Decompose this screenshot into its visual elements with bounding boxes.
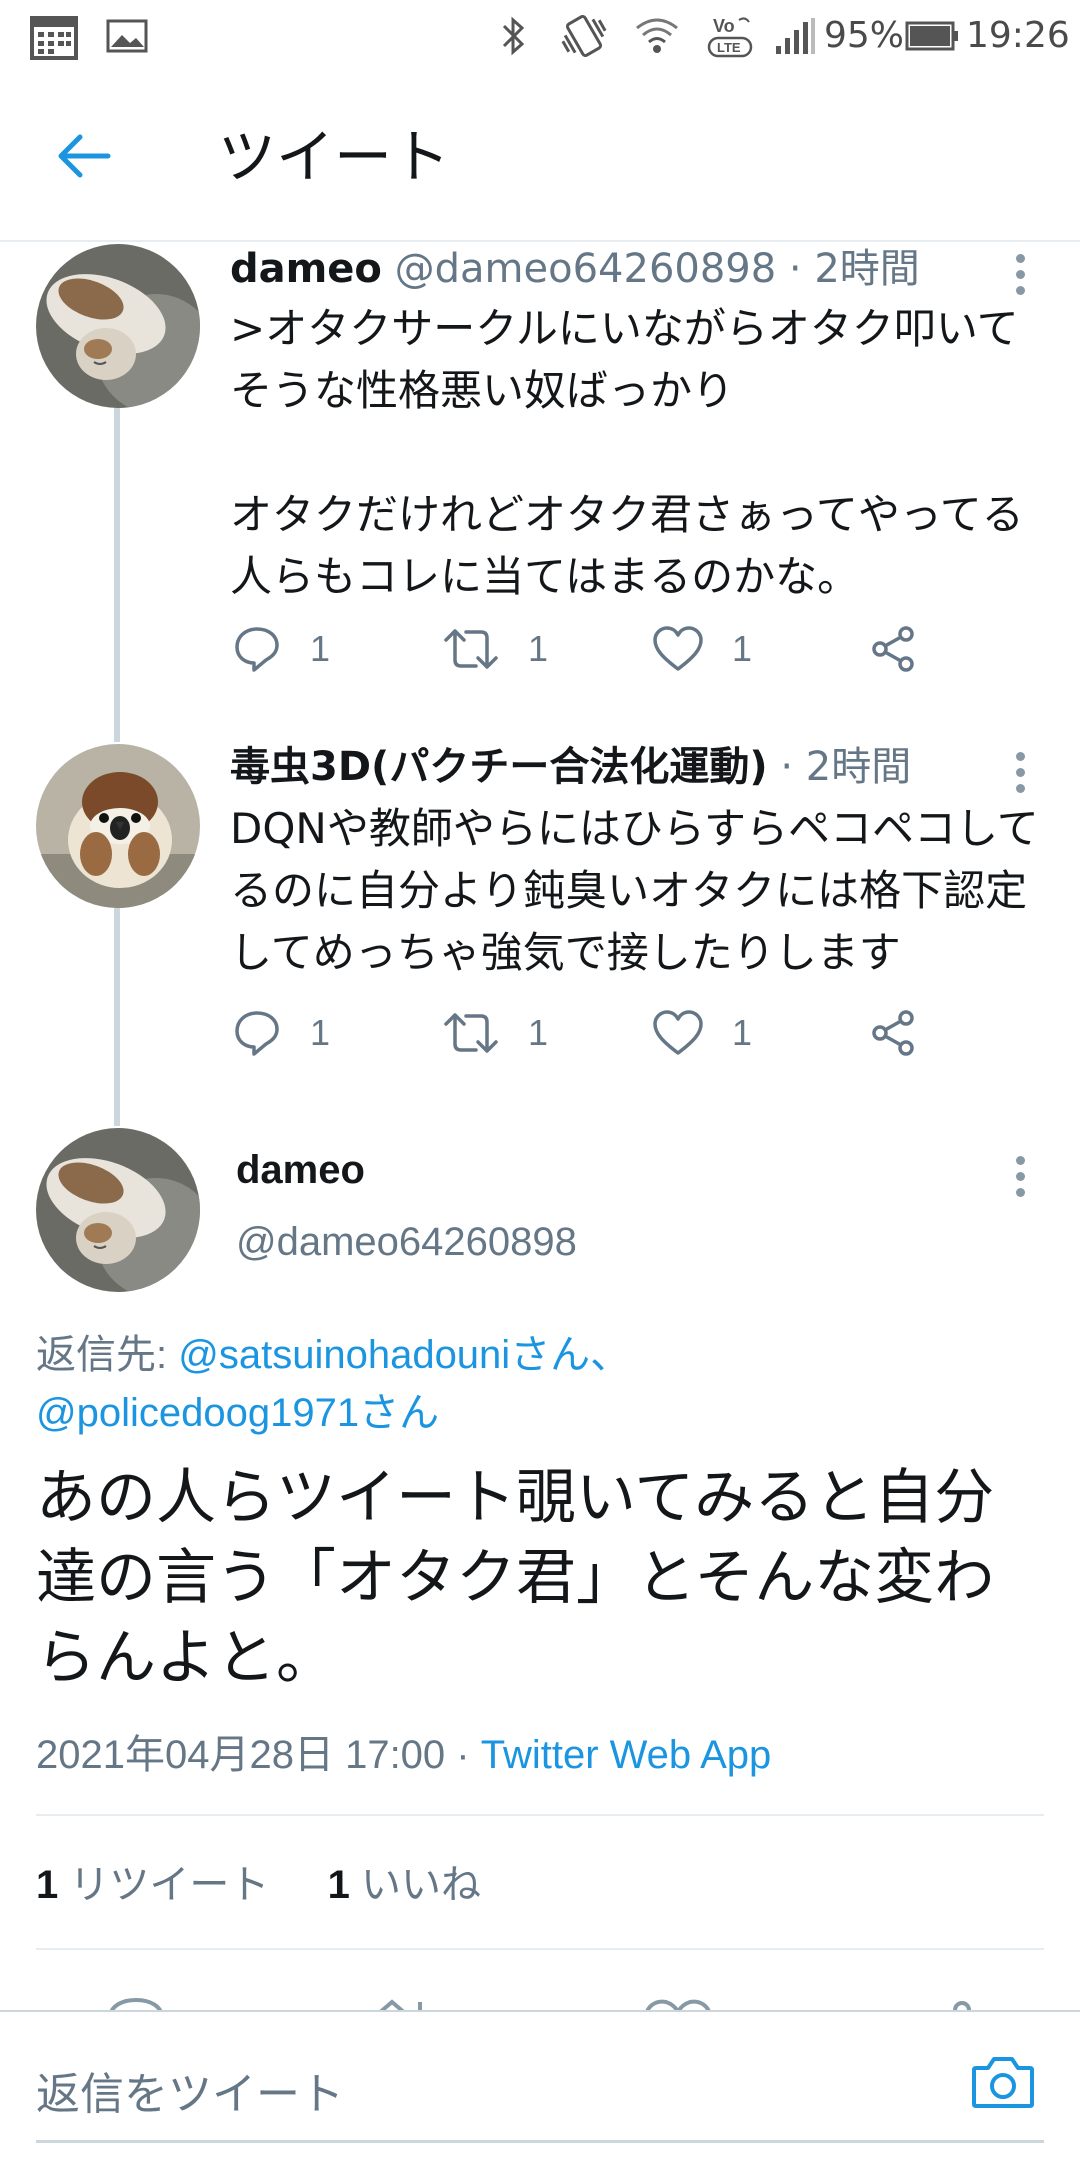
mention-link[interactable]: @policedoog1971さん — [36, 1391, 439, 1435]
retweet-count: 1 — [528, 628, 549, 669]
author-handle: @dameo64260898 — [394, 246, 777, 292]
reply-icon — [235, 1011, 279, 1056]
share-icon — [872, 626, 914, 672]
page-title: ツイート — [218, 125, 451, 190]
tweet-text: DQNや教師やらにはひらすらペコペコしてるのに自分より鈍臭いオタクには格下認定し… — [230, 798, 1040, 984]
svg-text:Vo: Vo — [713, 16, 735, 36]
heart-icon — [653, 626, 703, 671]
retweet-icon — [444, 1013, 498, 1053]
like-stat[interactable]: 1 いいね — [328, 1863, 481, 1907]
like-count: 1 — [732, 628, 753, 669]
tweet-time: · 2時間 — [788, 246, 920, 292]
tweet-text: >オタクサークルにいながらオタク叩いてそうな性格悪い奴ばっかり オタクだけれどオ… — [230, 298, 1040, 608]
divider — [36, 1814, 1044, 1816]
battery-icon — [904, 12, 960, 60]
vibrate-icon — [556, 12, 612, 60]
tweet-actions: 1 1 1 — [232, 998, 1032, 1068]
thread-connector — [114, 908, 120, 1126]
retweet-button[interactable]: 1 — [442, 998, 548, 1068]
camera-button[interactable] — [970, 2052, 1042, 2116]
main-tweet-actions — [0, 1980, 1080, 2010]
svg-text:LTE: LTE — [717, 40, 741, 55]
reply-to-line: 返信先: @satsuinohadouniさん、 @policedoog1971… — [36, 1326, 1036, 1442]
tweet-timestamp: 2021年04月28日 17:00 · Twitter Web App — [36, 1722, 771, 1780]
more-options-button[interactable] — [1000, 1146, 1040, 1206]
like-stat-count: 1 — [327, 1863, 350, 1907]
reply-button[interactable]: 1 — [232, 998, 330, 1068]
author-name[interactable]: 毒虫3D(パクチー合法化運動) — [230, 744, 768, 790]
main-action-icons-clipped — [109, 1997, 971, 2010]
thread-connector — [114, 406, 120, 742]
author-handle[interactable]: @dameo64260898 — [236, 1220, 577, 1265]
retweet-button[interactable]: 1 — [442, 614, 548, 684]
retweet-stat-label: リツイート — [58, 1863, 270, 1907]
volte-icon: Vo LTE — [704, 12, 756, 60]
battery-percent: 95% — [824, 15, 905, 56]
share-button[interactable] — [868, 614, 918, 684]
share-icon — [872, 1010, 914, 1056]
reply-prefix: 返信先: — [36, 1333, 179, 1377]
wifi-icon — [632, 12, 682, 60]
reply-input[interactable]: 返信をツイート — [36, 2058, 344, 2122]
like-button[interactable]: 1 — [652, 614, 752, 684]
share-button[interactable] — [868, 998, 918, 1068]
clock: 19:26 — [966, 15, 1070, 56]
tweet-stats: 1 リツイート 1 いいね — [36, 1852, 481, 1910]
app-header: ツイート — [0, 72, 1080, 242]
tweet-paragraph — [230, 422, 1040, 484]
bluetooth-icon — [496, 12, 532, 60]
more-options-button[interactable] — [1000, 742, 1040, 802]
like-button[interactable]: 1 — [652, 998, 752, 1068]
status-bar: Vo LTE 95% 19:26 — [0, 0, 1080, 72]
tweet-actions: 1 1 1 — [232, 614, 1032, 684]
reply-button[interactable]: 1 — [232, 614, 330, 684]
author-name[interactable]: dameo — [230, 246, 382, 292]
source-app-link[interactable]: Twitter Web App — [481, 1733, 772, 1777]
reply-count: 1 — [310, 1012, 331, 1053]
tweet-paragraph: DQNや教師やらにはひらすらペコペコしてるのに自分より鈍臭いオタクには格下認定し… — [230, 804, 1039, 977]
tweet-paragraph: >オタクサークルにいながらオタク叩いてそうな性格悪い奴ばっかり — [230, 304, 1019, 415]
reply-icon — [235, 627, 279, 672]
signal-icon — [772, 12, 818, 60]
divider — [36, 1948, 1044, 1950]
image-icon — [102, 12, 152, 60]
composer-underline — [36, 2140, 1044, 2143]
tweet-paragraph: オタクだけれどオタク君さぁってやってる人らもコレに当てはまるのかな。 — [230, 490, 1024, 601]
cat-avatar-image — [36, 244, 200, 408]
sparrow-avatar-image — [36, 744, 200, 908]
retweet-stat-count: 1 — [36, 1863, 59, 1907]
like-stat-label: いいね — [349, 1863, 481, 1907]
heart-icon — [653, 1010, 703, 1055]
tweet-date: 2021年04月28日 17:00 · — [36, 1733, 481, 1777]
retweet-icon — [444, 629, 498, 669]
tweet-header: 毒虫3D(パクチー合法化運動) · 2時間 — [230, 740, 911, 794]
avatar[interactable] — [36, 744, 200, 908]
main-tweet-text: あの人らツイート覗いてみると自分達の言う「オタク君」とそんな変わらんよと。 — [36, 1458, 1046, 1698]
avatar[interactable] — [36, 1128, 200, 1292]
back-button[interactable] — [40, 116, 128, 196]
tweet-paragraph: あの人らツイート覗いてみると自分達の言う「オタク君」とそんな変わらんよと。 — [36, 1463, 995, 1693]
reply-count: 1 — [310, 628, 331, 669]
camera-icon — [972, 2057, 1034, 2108]
like-count: 1 — [732, 1012, 753, 1053]
mention-link[interactable]: @satsuinohadouniさん、 — [178, 1333, 630, 1377]
calendar-icon — [26, 12, 82, 60]
tweet-time: · 2時間 — [780, 744, 912, 790]
back-arrow-icon — [58, 134, 111, 178]
avatar[interactable] — [36, 244, 200, 408]
author-name[interactable]: dameo — [236, 1148, 365, 1193]
retweet-stat[interactable]: 1 リツイート — [36, 1863, 269, 1907]
tweet-header: dameo @dameo64260898 · 2時間 — [230, 242, 920, 296]
cat-avatar-image — [36, 1128, 200, 1292]
more-options-button[interactable] — [1000, 244, 1040, 304]
retweet-count: 1 — [528, 1012, 549, 1053]
